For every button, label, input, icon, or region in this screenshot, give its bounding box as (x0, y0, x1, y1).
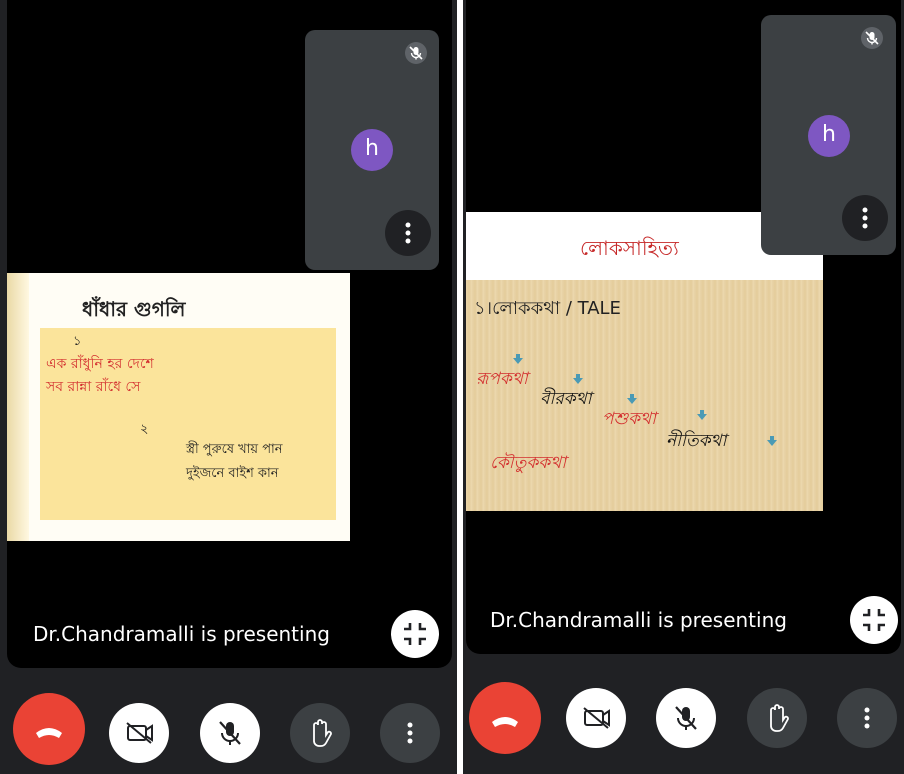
fullscreen-exit-icon (404, 623, 426, 645)
meeting-screen-right: লোকসাহিত্য ১।লোককথা / TALE রূপকথা বীরকথা… (463, 0, 904, 774)
slide-content-box: ১।লোককথা / TALE রূপকথা বীরকথা পশুকথা নীত… (466, 280, 823, 511)
mic-toggle-button[interactable] (656, 688, 716, 748)
call-end-icon (492, 717, 518, 727)
shared-slide: ধাঁধার গুগলি ১ এক রাঁধুনি হর দেশে সব রান… (7, 273, 350, 541)
camera-toggle-button[interactable] (109, 703, 169, 763)
slide-decoration (7, 273, 29, 541)
presentation-stage: লোকসাহিত্য ১।লোককথা / TALE রূপকথা বীরকথা… (466, 0, 901, 654)
mic-off-icon (405, 42, 427, 64)
mic-toggle-button[interactable] (200, 703, 260, 763)
riddle-1-line-2: সব রান্না রাঁধে সে (46, 379, 141, 395)
presenting-label: Dr.Chandramalli is presenting (33, 622, 330, 646)
more-vert-icon (407, 722, 413, 744)
riddle-1-number: ১ (73, 334, 82, 349)
arrow-icon (513, 354, 523, 364)
arrow-icon (627, 394, 637, 404)
camera-toggle-button[interactable] (566, 688, 626, 748)
more-vert-icon (862, 207, 868, 229)
riddle-2-line-2: দুইজনে বাইশ কান (186, 466, 279, 481)
tile-more-options-button[interactable] (385, 210, 431, 256)
item-koutukkatha: কৌতুককথা (490, 453, 567, 473)
fullscreen-exit-icon (863, 609, 885, 631)
slide-content-box: ১ এক রাঁধুনি হর দেশে সব রান্না রাঁধে সে … (40, 328, 336, 520)
presentation-stage: ধাঁধার গুগলি ১ এক রাঁধুনি হর দেশে সব রান… (7, 0, 452, 668)
item-birkatha: বীরকথা (540, 389, 592, 409)
shared-slide: লোকসাহিত্য ১।লোককথা / TALE রূপকথা বীরকথা… (466, 212, 823, 511)
slide-heading: ১।লোককথা / TALE (474, 298, 621, 319)
item-pashukatha: পশুকথা (602, 409, 657, 429)
mic-off-icon (675, 706, 697, 730)
self-view-tile[interactable]: h (305, 30, 439, 270)
end-call-button[interactable] (13, 693, 85, 765)
riddle-1-line-1: এক রাঁধুনি হর দেশে (46, 356, 154, 372)
slide-title: ধাঁধার গুগলি (82, 297, 186, 321)
minimize-presentation-button[interactable] (850, 596, 898, 644)
user-avatar: h (351, 129, 393, 171)
arrow-icon (697, 410, 707, 420)
more-vert-icon (405, 222, 411, 244)
minimize-presentation-button[interactable] (391, 610, 439, 658)
raise-hand-button[interactable] (290, 703, 350, 763)
self-view-tile[interactable]: h (761, 15, 896, 255)
meeting-screen-left: ধাঁধার গুগলি ১ এক রাঁধুনি হর দেশে সব রান… (0, 0, 457, 774)
tile-more-options-button[interactable] (842, 195, 888, 241)
mic-off-icon (219, 721, 241, 745)
camera-off-icon (126, 722, 153, 744)
hand-icon (313, 719, 332, 747)
arrow-icon (767, 436, 777, 446)
slide-title: লোকসাহিত্য (580, 236, 679, 260)
more-options-button[interactable] (380, 703, 440, 763)
riddle-2-number: ২ (140, 422, 149, 437)
presenting-label: Dr.Chandramalli is presenting (490, 608, 787, 632)
mic-off-icon (861, 27, 883, 49)
camera-off-icon (583, 707, 610, 729)
item-nitikatha: নীতিকথা (666, 431, 727, 451)
end-call-button[interactable] (469, 682, 541, 754)
arrow-icon (573, 374, 583, 384)
hand-icon (770, 704, 789, 732)
call-end-icon (36, 728, 62, 738)
item-rupkatha: রূপকথা (476, 369, 528, 389)
riddle-2-line-1: স্ত্রী পুরুষে খায় পান (186, 442, 283, 457)
raise-hand-button[interactable] (747, 688, 807, 748)
more-vert-icon (864, 707, 870, 729)
user-avatar: h (808, 115, 850, 157)
more-options-button[interactable] (837, 688, 897, 748)
